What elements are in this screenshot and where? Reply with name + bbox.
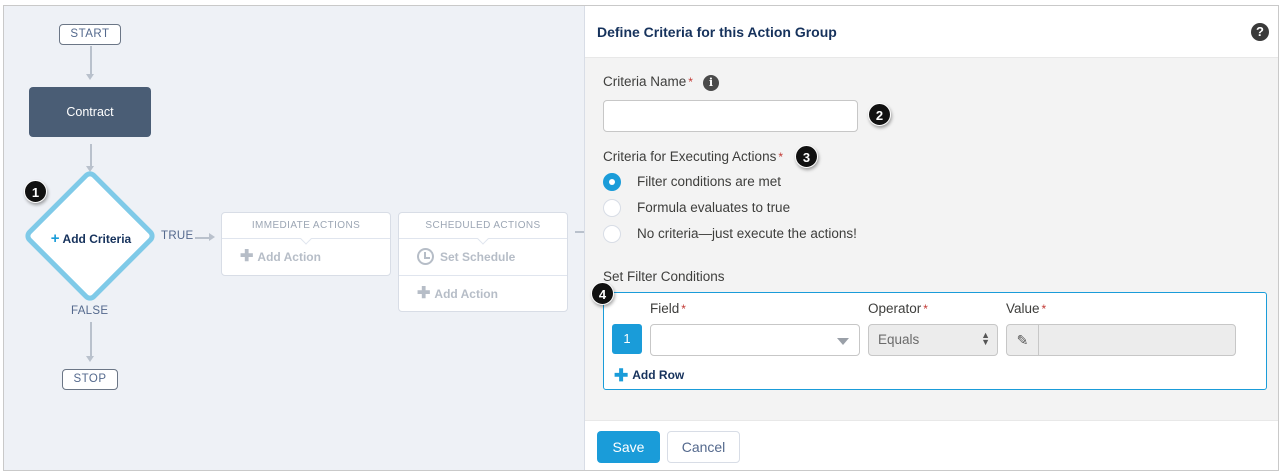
filter-conditions-box: Field * Operator * Value * 1 Equals ▲ ▼ ✎ ✚ A… <box>603 292 1267 390</box>
plus-icon: + <box>50 230 60 247</box>
radio-button-selected[interactable] <box>603 173 621 191</box>
operator-value: Equals <box>878 332 920 347</box>
radio-button[interactable] <box>603 225 621 243</box>
process-builder-frame: START Contract + Add Criteria TRUE FALSE … <box>3 5 1279 471</box>
connector-false <box>90 322 92 356</box>
operator-column-header: Operator * <box>868 301 928 316</box>
filter-conditions-label: Set Filter Conditions <box>603 269 725 284</box>
callout-badge-2: 2 <box>868 103 891 126</box>
callout-badge-4: 4 <box>591 282 614 305</box>
add-action-label: Add Action <box>257 250 321 264</box>
plus-icon: ✚ <box>614 366 629 385</box>
scheduled-actions-panel: SCHEDULED ACTIONS Set Schedule ✚ Add Acti… <box>398 212 568 312</box>
panel-footer: Save Cancel <box>585 420 1278 470</box>
field-header-text: Field <box>650 301 680 316</box>
panel-header: Define Criteria for this Action Group ? <box>585 6 1278 58</box>
scheduled-actions-header: SCHEDULED ACTIONS <box>399 213 567 245</box>
object-node[interactable]: Contract <box>29 87 151 137</box>
connector-start <box>90 46 92 74</box>
start-node: START <box>59 24 121 45</box>
add-criteria-link[interactable]: + Add Criteria <box>46 230 136 247</box>
callout-badge-3: 3 <box>795 145 818 168</box>
criteria-name-text: Criteria Name <box>603 74 687 89</box>
required-mark: * <box>923 302 928 316</box>
connector-object <box>90 144 92 166</box>
field-column-header: Field * <box>650 301 686 316</box>
operator-select[interactable]: Equals ▲ ▼ <box>868 324 998 356</box>
false-label: FALSE <box>71 305 109 317</box>
immediate-actions-panel: IMMEDIATE ACTIONS ✚ Add Action <box>221 212 391 276</box>
cancel-button[interactable]: Cancel <box>667 431 740 463</box>
required-mark: * <box>681 302 686 316</box>
required-mark: * <box>1041 302 1047 316</box>
value-field[interactable]: ✎ <box>1006 324 1236 356</box>
plus-icon: ✚ <box>417 285 431 302</box>
up-down-icon: ▲ ▼ <box>981 330 990 347</box>
add-row-button[interactable]: ✚ Add Row <box>614 366 684 386</box>
add-row-label: Add Row <box>632 368 685 382</box>
pencil-icon[interactable]: ✎ <box>1007 325 1039 355</box>
true-label: TRUE <box>161 230 194 242</box>
arrow-down-icon <box>86 356 94 362</box>
connector-panel <box>575 231 584 233</box>
criteria-name-label: Criteria Name * <box>603 74 693 89</box>
panel-title: Define Criteria for this Action Group <box>597 24 837 40</box>
clock-icon <box>417 248 434 265</box>
plus-icon: ✚ <box>240 248 254 265</box>
add-action-label: Add Action <box>434 287 498 301</box>
field-select[interactable] <box>650 324 860 356</box>
criteria-name-input[interactable] <box>603 100 858 132</box>
value-column-header: Value * <box>1006 301 1046 316</box>
criteria-executing-text: Criteria for Executing Actions <box>603 149 777 164</box>
stop-node: STOP <box>62 369 118 390</box>
radio-label: Filter conditions are met <box>637 174 782 189</box>
row-number: 1 <box>612 324 642 354</box>
criteria-executing-label: Criteria for Executing Actions * <box>603 149 783 164</box>
radio-label: Formula evaluates to true <box>637 200 791 215</box>
immediate-actions-header: IMMEDIATE ACTIONS <box>222 213 390 245</box>
scheduled-actions-title: SCHEDULED ACTIONS <box>425 220 541 231</box>
arrow-down-icon <box>86 74 94 80</box>
radio-label: No criteria—just execute the actions! <box>637 226 857 241</box>
set-schedule-label: Set Schedule <box>440 250 516 264</box>
scheduled-add-action-button[interactable]: ✚ Add Action <box>399 275 567 311</box>
radio-button[interactable] <box>603 199 621 217</box>
criteria-panel: Define Criteria for this Action Group ? … <box>584 6 1278 470</box>
add-criteria-label: Add Criteria <box>62 232 132 246</box>
connector-true <box>195 237 209 239</box>
value-header-text: Value <box>1006 301 1040 316</box>
save-button[interactable]: Save <box>597 431 660 463</box>
flow-canvas: START Contract + Add Criteria TRUE FALSE … <box>4 6 584 470</box>
callout-badge-1: 1 <box>24 180 47 203</box>
help-icon[interactable]: ? <box>1251 23 1269 41</box>
required-mark: * <box>688 75 693 89</box>
operator-header-text: Operator <box>868 301 922 316</box>
chevron-down-icon <box>837 338 849 345</box>
immediate-actions-title: IMMEDIATE ACTIONS <box>251 220 361 231</box>
required-mark: * <box>778 150 783 164</box>
info-icon[interactable]: i <box>703 75 719 91</box>
arrow-right-icon <box>209 233 215 241</box>
